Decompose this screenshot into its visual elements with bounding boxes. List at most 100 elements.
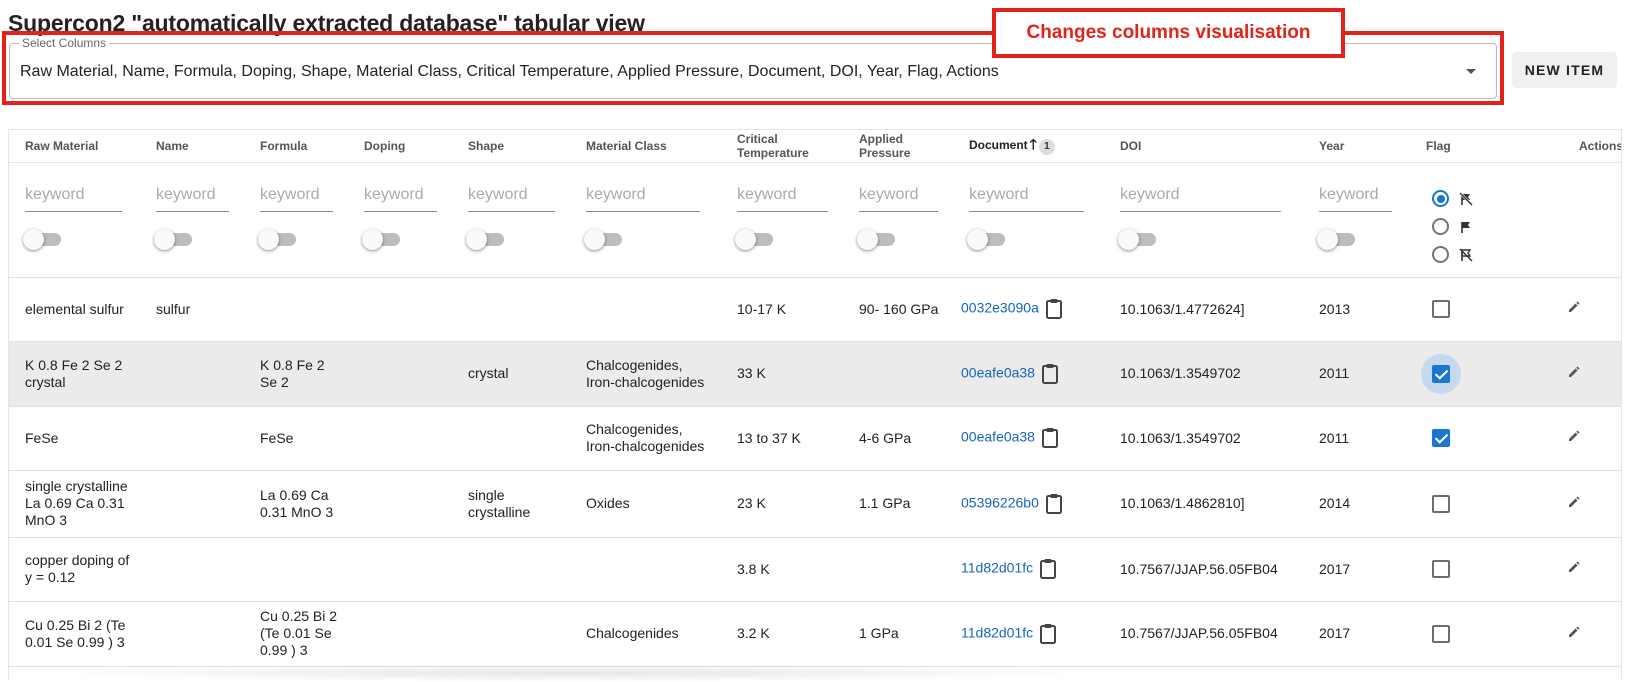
filter-input-material-class[interactable]: keyword: [586, 180, 700, 212]
filter-toggle-applied-pressure[interactable]: [857, 227, 895, 251]
filter-toggle-material-class[interactable]: [584, 227, 622, 251]
cell-year: 2014: [1303, 470, 1410, 538]
table-row[interactable]: copper doping of y = 0.12 3.8 K 11d82d01fc…: [9, 537, 1621, 602]
flag-checkbox[interactable]: [1432, 494, 1450, 513]
edit-pencil-icon[interactable]: [1567, 429, 1581, 443]
filter-input-name[interactable]: keyword: [156, 180, 229, 212]
toggle-thumb[interactable]: [362, 228, 383, 250]
flag-checkbox[interactable]: [1432, 429, 1450, 447]
filter-input-raw-material[interactable]: keyword: [25, 180, 122, 212]
filter-toggle-critical-temperature[interactable]: [735, 227, 773, 251]
cell-material-class: Chalcogenides, Iron-chalcogenides: [570, 406, 721, 471]
header-doping[interactable]: Doping: [348, 130, 452, 163]
filter-input-formula[interactable]: keyword: [260, 180, 333, 212]
clipboard-icon[interactable]: [1045, 493, 1063, 515]
new-item-button[interactable]: NEW ITEM: [1512, 52, 1617, 88]
radio-button[interactable]: [1432, 190, 1449, 207]
toggle-thumb[interactable]: [466, 228, 487, 250]
flag-checkbox[interactable]: [1432, 364, 1450, 383]
filter-cell-document: keyword: [953, 162, 1104, 278]
document-link[interactable]: 11d82d01fc: [961, 624, 1033, 640]
document-link[interactable]: 00eafe0a38: [961, 429, 1035, 445]
cell-formula: La 0.69 Ca 0.31 MnO 3: [244, 470, 348, 538]
header-material-class[interactable]: Material Class: [570, 130, 721, 163]
toggle-thumb[interactable]: [584, 228, 605, 250]
dropdown-arrow-icon[interactable]: [1466, 69, 1476, 74]
filter-toggle-name[interactable]: [154, 227, 192, 251]
clipboard-icon[interactable]: [1041, 363, 1059, 385]
cell-doping: [348, 537, 452, 602]
flag-checkbox[interactable]: [1432, 624, 1450, 643]
flag-checkbox[interactable]: [1432, 300, 1450, 318]
toggle-thumb[interactable]: [857, 228, 878, 250]
edit-pencil-icon[interactable]: [1567, 560, 1581, 574]
filter-input-document[interactable]: keyword: [969, 180, 1084, 212]
table-row[interactable]: Cu 0.25 Bi 2 (Te 0.01 Se 0.99 ) 3 Cu 0.25…: [9, 601, 1621, 667]
flag-checkbox-wrapper: [1421, 614, 1461, 654]
radio-button[interactable]: [1432, 218, 1449, 235]
header-year[interactable]: Year: [1303, 130, 1410, 163]
cell-year: 2013: [1303, 277, 1410, 342]
cell-doping: [348, 601, 452, 667]
filter-toggle-year[interactable]: [1317, 227, 1355, 251]
toggle-thumb[interactable]: [1118, 228, 1139, 250]
filter-toggle-document[interactable]: [967, 227, 1005, 251]
sort-ascending-icon[interactable]: 🡑: [1030, 136, 1037, 152]
cell-flag: [1410, 277, 1485, 342]
table-row[interactable]: FeSe FeSe Chalcogenides, Iron-chalcogenide…: [9, 406, 1621, 471]
table-row[interactable]: elemental sulfur sulfur 10-17 K 90- 160 GPa…: [9, 277, 1621, 342]
header-doi[interactable]: DOI: [1104, 130, 1303, 163]
header-document[interactable]: Document 🡑 1: [953, 130, 1104, 163]
filter-input-year[interactable]: keyword: [1319, 180, 1392, 212]
clipboard-icon[interactable]: [1045, 298, 1063, 320]
flag-filter-option-unflagged[interactable]: [1432, 241, 1473, 269]
toggle-thumb[interactable]: [1317, 228, 1338, 250]
filter-input-doping[interactable]: keyword: [364, 180, 437, 212]
filter-input-critical-temperature[interactable]: keyword: [737, 180, 828, 212]
clipboard-icon[interactable]: [1039, 558, 1057, 580]
document-link[interactable]: 0032e3090a: [961, 300, 1039, 316]
filter-toggle-doi[interactable]: [1118, 227, 1156, 251]
filter-toggle-doping[interactable]: [362, 227, 400, 251]
toggle-thumb[interactable]: [967, 228, 988, 250]
filter-cell-material-class: keyword: [570, 162, 721, 278]
header-shape[interactable]: Shape: [452, 130, 570, 163]
clipboard-icon[interactable]: [1041, 427, 1059, 449]
table-row[interactable]: single crystalline La 0.69 Ca 0.31 MnO 3…: [9, 470, 1621, 538]
filter-toggle-formula[interactable]: [258, 227, 296, 251]
document-link[interactable]: 00eafe0a38: [961, 364, 1035, 380]
edit-pencil-icon[interactable]: [1567, 495, 1581, 509]
toggle-thumb[interactable]: [154, 228, 175, 250]
cell-document: 05396226b0: [953, 470, 1104, 538]
flag-filter-option-flagged[interactable]: [1432, 213, 1473, 241]
header-actions: Actions: [1485, 130, 1621, 163]
document-link[interactable]: 05396226b0: [961, 494, 1039, 510]
filter-toggle-raw-material[interactable]: [23, 227, 61, 251]
table-row[interactable]: K 0.8 Fe 2 Se 2 crystal K 0.8 Fe 2 Se 2 cr…: [9, 341, 1621, 407]
filter-input-shape[interactable]: keyword: [468, 180, 555, 212]
filter-toggle-shape[interactable]: [466, 227, 504, 251]
flag-filter-option-all[interactable]: [1432, 185, 1473, 213]
header-applied-pressure[interactable]: Applied Pressure: [843, 130, 953, 163]
edit-pencil-icon[interactable]: [1567, 625, 1581, 639]
header-raw-material[interactable]: Raw Material: [9, 130, 140, 163]
document-link[interactable]: 11d82d01fc: [961, 560, 1033, 576]
cell-name: [140, 406, 244, 471]
data-table: Raw Material Name Formula Doping Shape M…: [8, 129, 1622, 681]
header-name[interactable]: Name: [140, 130, 244, 163]
filter-input-applied-pressure[interactable]: keyword: [859, 180, 938, 212]
toggle-thumb[interactable]: [23, 228, 44, 250]
header-flag[interactable]: Flag: [1410, 130, 1485, 163]
header-critical-temperature[interactable]: Critical Temperature: [721, 130, 843, 163]
filter-input-doi[interactable]: keyword: [1120, 180, 1281, 212]
toggle-thumb[interactable]: [258, 228, 279, 250]
cell-critical-temperature: 10-17 K: [721, 277, 843, 342]
toggle-thumb[interactable]: [735, 228, 756, 250]
clipboard-icon[interactable]: [1039, 623, 1057, 645]
edit-pencil-icon[interactable]: [1567, 365, 1581, 379]
header-formula[interactable]: Formula: [244, 130, 348, 163]
filter-cell-raw-material: keyword: [9, 162, 140, 278]
flag-checkbox[interactable]: [1432, 560, 1450, 578]
radio-button[interactable]: [1432, 246, 1449, 263]
edit-pencil-icon[interactable]: [1567, 300, 1581, 314]
